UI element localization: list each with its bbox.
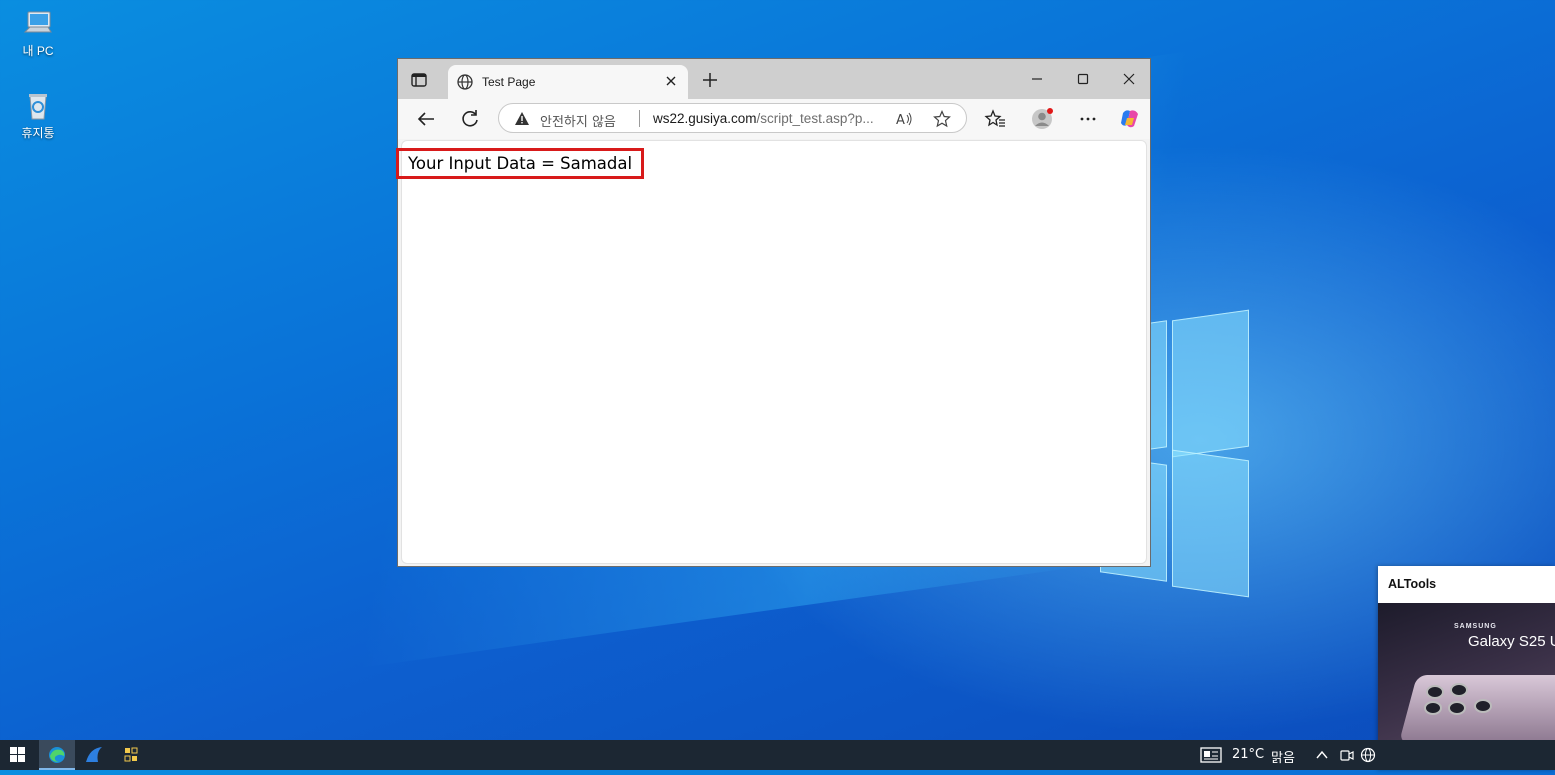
advertisement-banner[interactable]: SAMSUNG Galaxy S25 U (1378, 603, 1555, 761)
page-content: Your Input Data = Samadal (396, 140, 1147, 564)
close-window-button[interactable] (1106, 59, 1152, 99)
url-text[interactable]: ws22.gusiya.com/script_test.asp?p... (653, 111, 874, 126)
start-button[interactable] (0, 740, 36, 770)
camera-lens (1474, 699, 1492, 713)
maximize-button[interactable] (1060, 59, 1106, 99)
network-globe-icon[interactable] (1360, 747, 1376, 763)
close-tab-icon[interactable] (664, 74, 678, 88)
minimize-icon (1032, 78, 1042, 80)
new-tab-button[interactable] (701, 71, 719, 89)
tab-title: Test Page (482, 75, 536, 89)
tab-test-page[interactable]: Test Page (448, 65, 688, 99)
close-icon (1123, 73, 1135, 85)
address-bar[interactable]: 안전하지 않음 ws22.gusiya.com/script_test.asp?… (498, 103, 967, 133)
app-grid-icon (124, 747, 138, 762)
refresh-button[interactable] (458, 107, 482, 131)
chevron-up-icon[interactable] (1315, 748, 1329, 762)
warning-icon[interactable] (515, 112, 529, 125)
desktop-icon-label: 휴지통 (21, 126, 55, 140)
browser-toolbar: 안전하지 않음 ws22.gusiya.com/script_test.asp?… (398, 99, 1150, 139)
globe-icon (456, 73, 474, 91)
ad-brand: SAMSUNG (1454, 623, 1497, 630)
tab-bar: Test Page (398, 59, 1150, 99)
favorites-list-icon (984, 109, 1005, 127)
desktop-icon-label: 내 PC (22, 44, 54, 58)
security-label[interactable]: 안전하지 않음 (540, 111, 616, 130)
app-shark-icon (86, 747, 102, 762)
tab-actions-icon[interactable] (410, 71, 428, 89)
back-button[interactable] (414, 107, 438, 131)
recycle-bin-icon (22, 90, 54, 122)
input-data-text: Your Input Data = Samadal (396, 148, 645, 179)
plus-icon (703, 73, 717, 87)
maximize-icon (1077, 73, 1089, 85)
desktop-icon-my-pc[interactable]: 내 PC (8, 8, 68, 59)
weather-temperature[interactable]: 21°C (1232, 747, 1264, 762)
taskbar: 21°C 맑음 (0, 740, 1555, 770)
camera-lens (1426, 685, 1444, 699)
avatar-icon (1032, 108, 1053, 129)
read-aloud-icon[interactable]: A (895, 110, 913, 128)
windows-start-icon (10, 747, 25, 762)
refresh-icon (462, 110, 478, 127)
browser-window: Test Page 안전하지 않음 ws22.gusiya.com/script… (396, 58, 1151, 567)
copilot-icon (1121, 110, 1138, 128)
more-options-button[interactable] (1076, 107, 1100, 131)
url-domain: ws22.gusiya.com (653, 111, 757, 126)
weather-condition[interactable]: 맑음 (1271, 747, 1295, 766)
profile-button[interactable] (1030, 107, 1054, 131)
back-arrow-icon (417, 112, 434, 126)
news-widget-icon[interactable] (1200, 746, 1222, 764)
more-icon (1080, 117, 1096, 121)
computer-icon (22, 8, 54, 40)
minimize-button[interactable] (1014, 59, 1060, 99)
taskbar-edge[interactable] (39, 740, 75, 770)
camera-lens (1424, 701, 1442, 715)
ad-model: Galaxy S25 U (1468, 633, 1555, 650)
address-separator (639, 110, 640, 127)
favorites-button[interactable] (984, 107, 1008, 131)
edge-icon (49, 747, 65, 763)
camera-lens (1448, 701, 1466, 715)
copilot-button[interactable] (1118, 107, 1142, 131)
url-path: /script_test.asp?p... (756, 111, 874, 126)
camera-lens (1450, 683, 1468, 697)
favorite-star-icon[interactable] (933, 110, 951, 128)
desktop-icon-recycle-bin[interactable]: 휴지통 (8, 90, 68, 141)
taskbar-app[interactable] (113, 740, 149, 770)
meet-now-icon[interactable] (1339, 747, 1355, 763)
taskbar-app[interactable] (76, 740, 112, 770)
popup-title: ALTools (1388, 577, 1437, 591)
svg-text:A: A (896, 113, 905, 128)
